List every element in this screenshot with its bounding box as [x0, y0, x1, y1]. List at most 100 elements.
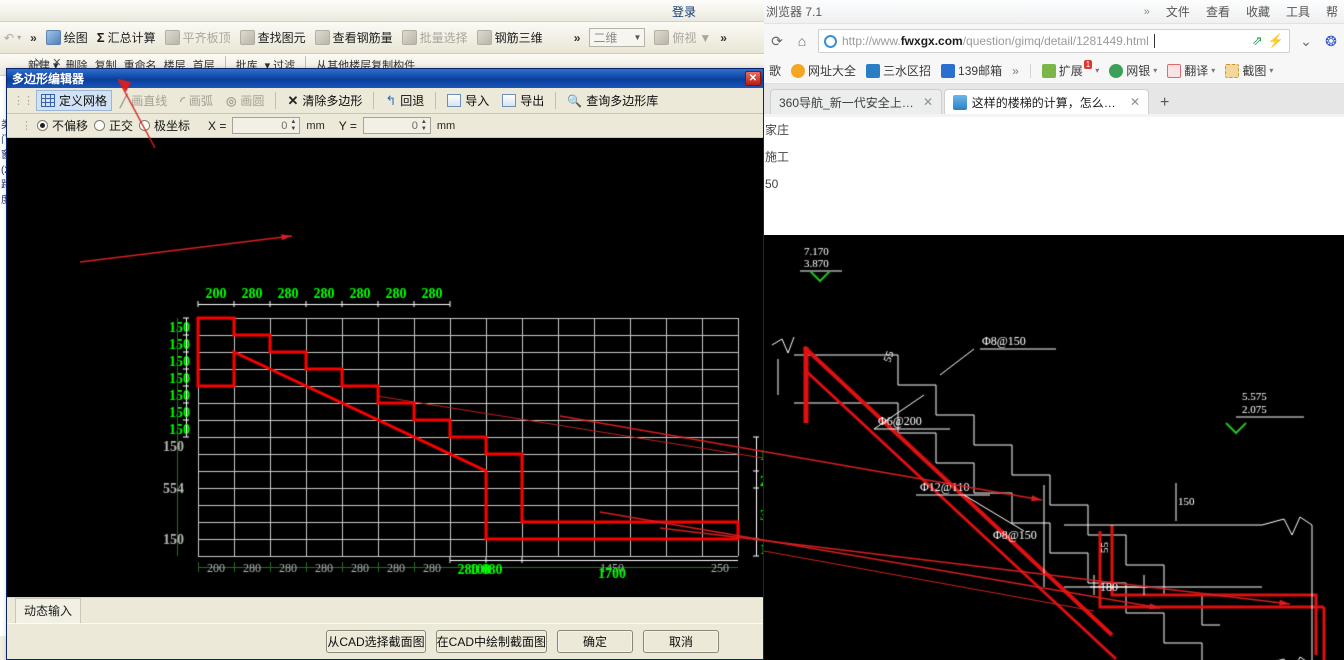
draw-in-cad-button[interactable]: 在CAD中绘制截面图	[435, 630, 547, 653]
cancel-button[interactable]: 取消	[643, 630, 719, 653]
share-icon[interactable]: ⇗	[1252, 33, 1263, 49]
radio-no-offset[interactable]: 不偏移	[37, 117, 88, 134]
close-icon[interactable]: ✕	[745, 71, 761, 86]
stair-detail-drawing	[764, 235, 1344, 660]
dialog-options-bar: ⋮ 不偏移 正交 极坐标 X = 0 ▲ ▼ mm Y = 0 ▲ ▼ mm	[7, 114, 763, 138]
multiselect-icon	[401, 30, 417, 45]
chevron-down-icon-ext1[interactable]: ▾	[1095, 66, 1099, 75]
tab-stair-calculation[interactable]: 这样的楼梯的计算，怎么计算？ ✕	[944, 89, 1149, 114]
undo-button[interactable]: ↰ 回退	[380, 90, 429, 111]
tab-360-navigation[interactable]: 360导航_新一代安全上网导航 ✕	[770, 89, 942, 114]
draw-circle-button: ◎ 画圆	[225, 93, 265, 109]
browser-window: 浏览器 7.1 » 文件 查看 收藏 工具 帮 ⟳ ⌂ http://www.f…	[764, 0, 1344, 660]
x-unit: mm	[306, 119, 325, 132]
extension-button-kuozhan[interactable]: 扩展 1 ▾	[1041, 60, 1099, 79]
paw-icon[interactable]: ❂	[1322, 32, 1340, 50]
reload-icon[interactable]: ⟳	[768, 32, 786, 50]
bookmark-google[interactable]: 歌	[769, 62, 781, 79]
x-spinner-arrows[interactable]: ▲ ▼	[288, 118, 298, 133]
view-mode-combo[interactable]: 二维 ▼	[589, 28, 646, 47]
toolbar-overflow-chevron-3[interactable]: »	[720, 31, 727, 45]
toolbar-item-batch-select: 批量选择	[401, 29, 468, 46]
toolbar-item-summary-calc[interactable]: Σ 汇总计算	[97, 29, 156, 46]
line-icon: ╱	[120, 93, 128, 108]
radio-polar[interactable]: 极坐标	[139, 117, 190, 134]
toolbar-item-rebar-3d[interactable]: 钢筋三维	[476, 29, 543, 46]
extensions-icon	[1041, 63, 1056, 78]
new-tab-button[interactable]: +	[1151, 94, 1178, 114]
cad-image-area[interactable]	[764, 235, 1344, 660]
view-icon	[654, 30, 670, 45]
menu-view[interactable]: 查看	[1206, 3, 1230, 20]
menu-help[interactable]: 帮	[1326, 3, 1338, 20]
background-app-titlebar	[0, 0, 764, 22]
polygon-canvas[interactable]	[7, 138, 763, 597]
align-icon	[164, 30, 180, 45]
login-button[interactable]: 登录	[666, 2, 702, 21]
toolbar-item-draw[interactable]: 绘图	[45, 29, 88, 46]
export-button[interactable]: 导出	[497, 90, 549, 111]
radio-dot-3	[139, 120, 151, 131]
tab-close-icon-2[interactable]: ✕	[1130, 95, 1140, 109]
bookmarks-bar: 歌 网址大全 三水区招 139邮箱 » 扩展 1 ▾ 网银 ▾ 翻译 ▾ 截图 …	[764, 58, 1344, 84]
polygon-drawing-canvas[interactable]	[7, 138, 763, 597]
page-text-line-1: 施工	[765, 150, 790, 164]
browser-page-content: 家庄 施工 50	[764, 117, 1344, 660]
chevron-down-icon-ext2[interactable]: ▾	[1153, 66, 1157, 75]
chevron-down-icon-2: ▼	[699, 30, 712, 45]
import-button[interactable]: 导入	[442, 90, 494, 111]
define-grid-button[interactable]: 定义网格	[36, 90, 113, 111]
bookmark-sanshuiquzhao[interactable]: 三水区招	[866, 62, 931, 79]
radio-orthogonal[interactable]: 正交	[94, 117, 133, 134]
binoculars-icon	[239, 30, 255, 45]
toolbar-overflow-chevron-2[interactable]: »	[574, 31, 581, 45]
bookmarks-overflow-chevron[interactable]: »	[1012, 64, 1019, 78]
home-icon[interactable]: ⌂	[793, 32, 811, 50]
view-orientation-combo[interactable]: 俯视 ▼	[654, 29, 711, 46]
dialog-status-bar: 动态输入	[7, 597, 763, 623]
dialog-titlebar[interactable]: 多边形编辑器 ✕	[7, 69, 763, 88]
extension-button-wangyin[interactable]: 网银 ▾	[1109, 62, 1157, 79]
dialog-toolbar: ⋮⋮ 定义网格 ╱ 画直线 ◜ 画弧 ◎ 画圆 ✕ 清除多边形 ↰ 回退 导入 …	[7, 88, 763, 114]
dynamic-input-tab[interactable]: 动态输入	[15, 598, 82, 623]
toolbar-grip[interactable]: ⋮⋮	[13, 94, 34, 107]
toolbar-item-find-element[interactable]: 查找图元	[239, 29, 306, 46]
toolbar-undo-icon[interactable]: ↶ ▾	[4, 31, 21, 45]
page-text-line-0: 家庄	[765, 123, 790, 137]
options-grip[interactable]: ⋮	[21, 119, 32, 132]
browser-titlebar: 浏览器 7.1 » 文件 查看 收藏 工具 帮	[764, 0, 1344, 24]
toolbar-item-align-slab-top: 平齐板顶	[164, 29, 231, 46]
bookmark-139mail[interactable]: 139邮箱	[941, 62, 1002, 79]
y-spinner-arrows[interactable]: ▲ ▼	[419, 118, 429, 133]
chevron-down-icon-ext3[interactable]: ▾	[1211, 66, 1215, 75]
menu-favorites[interactable]: 收藏	[1246, 3, 1270, 20]
page-text-line-2: 50	[765, 177, 779, 191]
chevron-down-icon[interactable]: ⌄	[1297, 32, 1315, 50]
y-label: Y =	[338, 118, 357, 133]
x-input[interactable]: 0 ▲ ▼	[232, 117, 301, 134]
extension-button-fanyi[interactable]: 翻译 ▾	[1167, 62, 1215, 79]
bookmark-wangzhidaquan[interactable]: 网址大全	[791, 62, 856, 79]
menu-tools[interactable]: 工具	[1286, 3, 1310, 20]
text-caret	[1153, 34, 1155, 48]
ok-button[interactable]: 确定	[557, 630, 633, 653]
select-from-cad-button[interactable]: 从CAD选择截面图	[326, 630, 426, 653]
bolt-icon[interactable]: ⚡	[1268, 33, 1284, 49]
clear-polygon-button[interactable]: ✕ 清除多边形	[282, 90, 367, 111]
y-input[interactable]: 0 ▲ ▼	[362, 117, 431, 134]
bookmarks-divider	[1029, 63, 1031, 78]
query-polygon-library-button[interactable]: 🔍 查询多边形库	[562, 90, 663, 111]
extension-button-jietu[interactable]: 截图 ▾	[1225, 62, 1273, 79]
toolbar-overflow-chevron[interactable]: »	[30, 31, 37, 45]
export-icon	[502, 94, 517, 107]
circle-icon: ◎	[225, 93, 237, 108]
toolbar-item-view-rebar-qty[interactable]: 查看钢筋量	[314, 29, 393, 46]
menu-file[interactable]: 文件	[1166, 3, 1190, 20]
tab-close-icon-1[interactable]: ✕	[923, 95, 933, 109]
extension-badge-count: 1	[1083, 60, 1093, 69]
chevron-down-icon-ext4[interactable]: ▾	[1269, 66, 1273, 75]
address-bar[interactable]: http://www.fwxgx.com/question/gimq/detai…	[818, 29, 1290, 53]
screen-root: 登录 ↶ ▾ » 绘图 Σ 汇总计算 平齐板顶 查找图元 查看钢筋量 批量选择 …	[0, 0, 1344, 660]
browser-menubar: » 文件 查看 收藏 工具 帮	[1144, 3, 1338, 20]
menu-overflow-chevron[interactable]: »	[1144, 6, 1150, 18]
